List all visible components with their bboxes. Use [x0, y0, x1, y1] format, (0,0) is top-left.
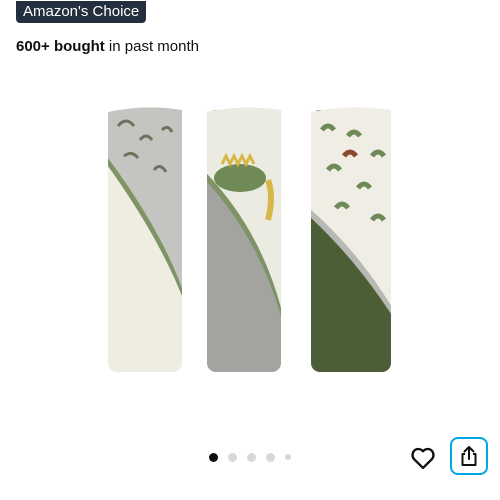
towel-cream: [108, 107, 182, 372]
towel-grey: [207, 107, 281, 372]
carousel-dot-3[interactable]: [247, 452, 256, 462]
heart-icon[interactable]: [409, 444, 437, 472]
carousel-dot-4[interactable]: [266, 452, 275, 462]
share-icon: [461, 446, 477, 466]
carousel-dot-2[interactable]: [228, 452, 237, 462]
amazons-choice-badge[interactable]: Amazon's Choice: [16, 1, 147, 23]
carousel-dot-1[interactable]: [209, 452, 218, 462]
carousel-dot-5[interactable]: [285, 454, 291, 460]
product-image[interactable]: [100, 100, 400, 380]
bought-in-past-month: 600+ bought in past month: [16, 37, 199, 57]
towel-green: [311, 107, 391, 372]
bought-suffix: in past month: [104, 38, 199, 55]
bought-count: 600+ bought: [16, 38, 105, 55]
share-button[interactable]: [450, 437, 488, 475]
